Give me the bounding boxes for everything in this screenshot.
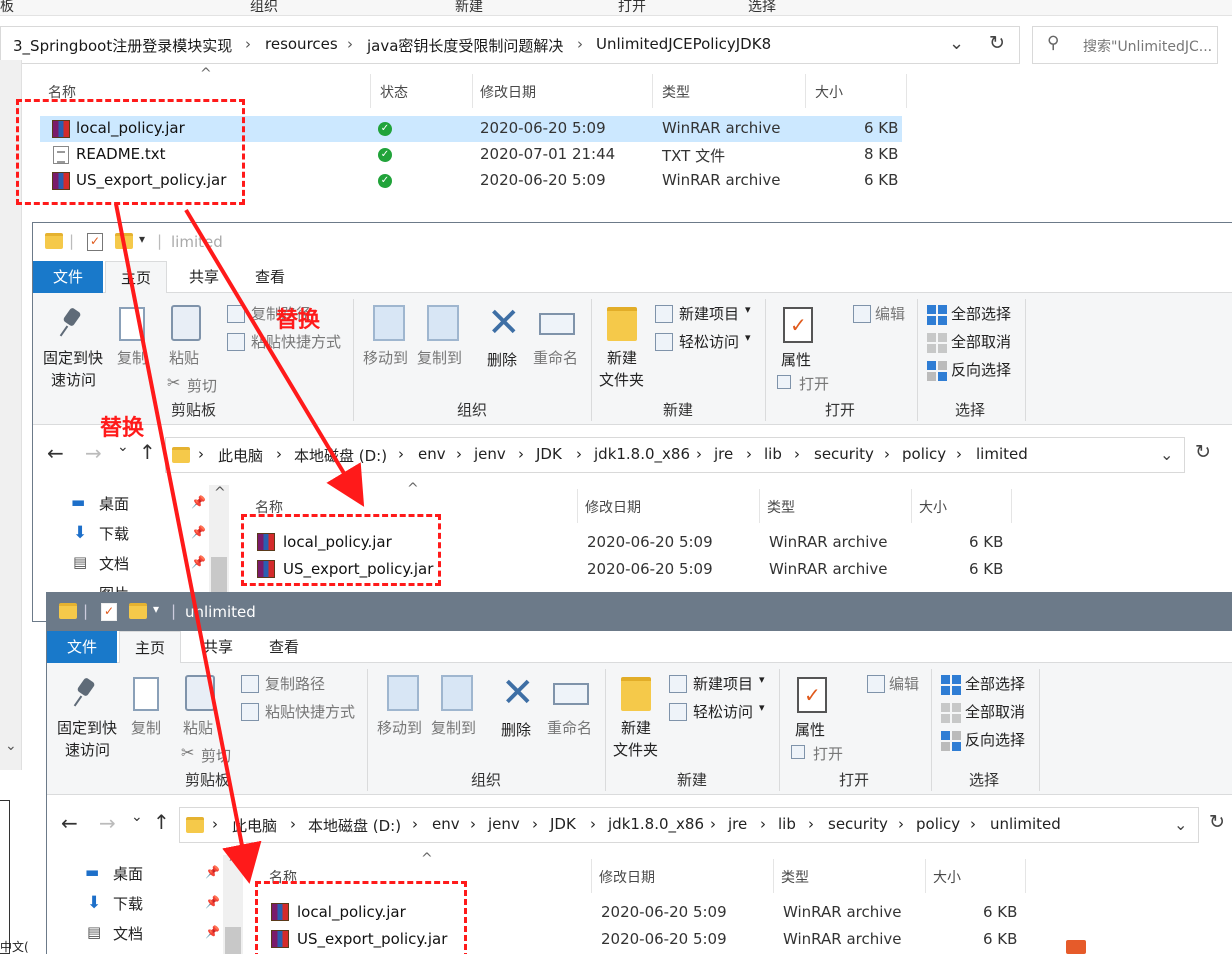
- arrow-to-unlimited: [114, 203, 262, 884]
- arrow-to-limited: [184, 208, 365, 507]
- annotation-arrows: [114, 203, 365, 884]
- annotation-label-replace: 替换: [276, 308, 321, 333]
- annotation-label-replace: 替换: [100, 416, 145, 441]
